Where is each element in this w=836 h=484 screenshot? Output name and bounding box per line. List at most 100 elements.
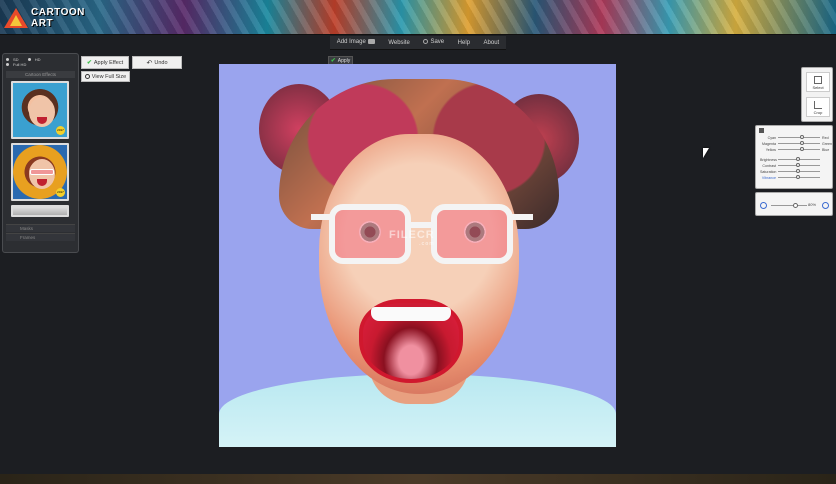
menu-website[interactable]: Website	[388, 40, 410, 46]
select-tool[interactable]: Select	[806, 72, 830, 92]
zoom-in-icon[interactable]	[822, 202, 829, 209]
size-option-hd[interactable]: HD	[27, 57, 45, 62]
camera-icon	[367, 39, 375, 45]
effects-panel: SD HD Full HD Cartoon Effects 2017 2017 …	[2, 53, 79, 253]
image-canvas[interactable]: FILECR .com	[219, 64, 616, 447]
glasses-lens-right	[431, 204, 513, 264]
logo-text: CARTOON ART	[31, 7, 85, 29]
slider-knob[interactable]	[796, 163, 800, 167]
slider-label: Brightness	[760, 157, 777, 162]
slider-magenta-green[interactable]: Magenta Green	[760, 141, 832, 146]
year-badge: 2017	[56, 188, 65, 197]
size-options: SD HD Full HD	[6, 57, 48, 67]
effect-thumbnail[interactable]: 2017	[11, 143, 69, 201]
menu-label: Add Image	[336, 39, 366, 46]
category-header[interactable]: Cartoon Effects	[6, 71, 75, 78]
view-full-size-button[interactable]: View Full Size	[81, 71, 130, 82]
mouse-cursor-icon	[703, 148, 709, 158]
slider-label-right: Blue	[822, 147, 830, 152]
watermark: FILECR .com	[389, 229, 435, 247]
slider-track[interactable]	[778, 147, 820, 151]
magnifier-icon	[84, 74, 90, 79]
effect-thumbnails[interactable]: 2017 2017	[8, 81, 73, 273]
slider-track[interactable]	[778, 141, 820, 145]
watermark-sub: .com	[419, 241, 435, 247]
section-frames[interactable]: Frames	[6, 233, 75, 241]
slider-label: Vibrance	[761, 175, 776, 180]
zoom-slider-track[interactable]	[771, 205, 807, 206]
slider-cyan-red[interactable]: Cyan Red	[760, 135, 830, 140]
slider-label: Cyan	[767, 135, 776, 140]
zoom-slider-knob[interactable]	[793, 203, 798, 208]
slider-knob[interactable]	[800, 135, 804, 139]
slider-label: Saturation	[760, 169, 777, 174]
logo-icon	[4, 8, 28, 28]
size-label: Full HD	[13, 62, 27, 67]
glasses-arm-left	[311, 214, 331, 220]
slider-brightness[interactable]: Brightness	[760, 157, 830, 162]
slider-knob[interactable]	[796, 175, 800, 179]
select-icon	[814, 76, 822, 84]
zoom-out-icon[interactable]	[760, 202, 767, 209]
slider-track[interactable]	[778, 175, 820, 179]
zoom-value: 80%	[808, 202, 817, 207]
menu-save[interactable]: Save	[423, 39, 445, 46]
section-masks[interactable]: Masks	[6, 224, 75, 232]
glasses-arm-right	[511, 214, 533, 220]
menu-about[interactable]: About	[484, 40, 500, 46]
radio-icon	[6, 63, 9, 67]
check-icon: ✔	[86, 60, 92, 66]
slider-label: Magenta	[762, 141, 776, 146]
effect-thumbnail[interactable]	[11, 205, 69, 217]
slider-track[interactable]	[778, 163, 820, 167]
crop-icon	[814, 101, 822, 109]
menu-label: Save	[430, 39, 445, 46]
thumb-glasses	[30, 169, 54, 175]
year-badge: 2017	[56, 126, 65, 135]
undo-icon: ↶	[146, 59, 153, 67]
slider-contrast[interactable]: Contrast	[760, 163, 830, 168]
slider-label: Yellow	[765, 147, 776, 152]
slider-knob[interactable]	[800, 147, 804, 151]
palette-icon	[759, 128, 764, 133]
tools-panel: Select Crop	[801, 67, 833, 122]
slider-knob[interactable]	[796, 169, 800, 173]
top-menu: Add Image Website Save Help About	[330, 36, 506, 50]
button-label: Undo	[154, 59, 168, 66]
slider-track[interactable]	[778, 169, 820, 173]
tool-label: Crop	[813, 110, 823, 115]
color-adjust-panel: Cyan Red Magenta Green Yellow Blue Brigh…	[755, 125, 833, 189]
crop-tool[interactable]: Crop	[806, 97, 830, 117]
apply-label: Apply	[337, 57, 351, 64]
save-icon	[423, 39, 429, 45]
slider-track[interactable]	[778, 135, 820, 139]
slider-knob[interactable]	[796, 157, 800, 161]
undo-button[interactable]: ↶ Undo	[132, 56, 182, 69]
app-logo: CARTOON ART	[4, 6, 88, 30]
slider-saturation[interactable]: Saturation	[760, 169, 830, 174]
slider-knob[interactable]	[800, 141, 804, 145]
apply-effect-button[interactable]: ✔ Apply Effect	[81, 56, 129, 69]
slider-track[interactable]	[778, 157, 820, 161]
bottom-strip	[0, 474, 836, 484]
teeth	[371, 307, 451, 321]
button-label: Apply Effect	[93, 59, 124, 66]
radio-icon	[6, 58, 9, 62]
slider-label: Contrast	[762, 163, 776, 168]
tool-label: Select	[812, 85, 824, 90]
check-icon: ✔	[330, 58, 336, 64]
button-label: View Full Size	[91, 73, 127, 80]
zoom-panel: 80%	[755, 192, 833, 216]
slider-vibrance[interactable]: Vibrance	[760, 175, 830, 180]
glasses-bridge	[409, 222, 433, 228]
radio-icon	[27, 58, 31, 62]
slider-yellow-blue[interactable]: Yellow Blue	[760, 147, 830, 152]
size-label: HD	[34, 57, 41, 62]
slider-label-right: Green	[822, 141, 832, 146]
app-banner	[0, 0, 836, 35]
menu-help[interactable]: Help	[458, 40, 470, 46]
effect-thumbnail[interactable]: 2017	[11, 81, 69, 139]
watermark-text: FILECR	[389, 229, 435, 241]
menu-add-image[interactable]: Add Image	[336, 39, 375, 46]
size-option-fullhd[interactable]: Full HD	[6, 62, 30, 67]
